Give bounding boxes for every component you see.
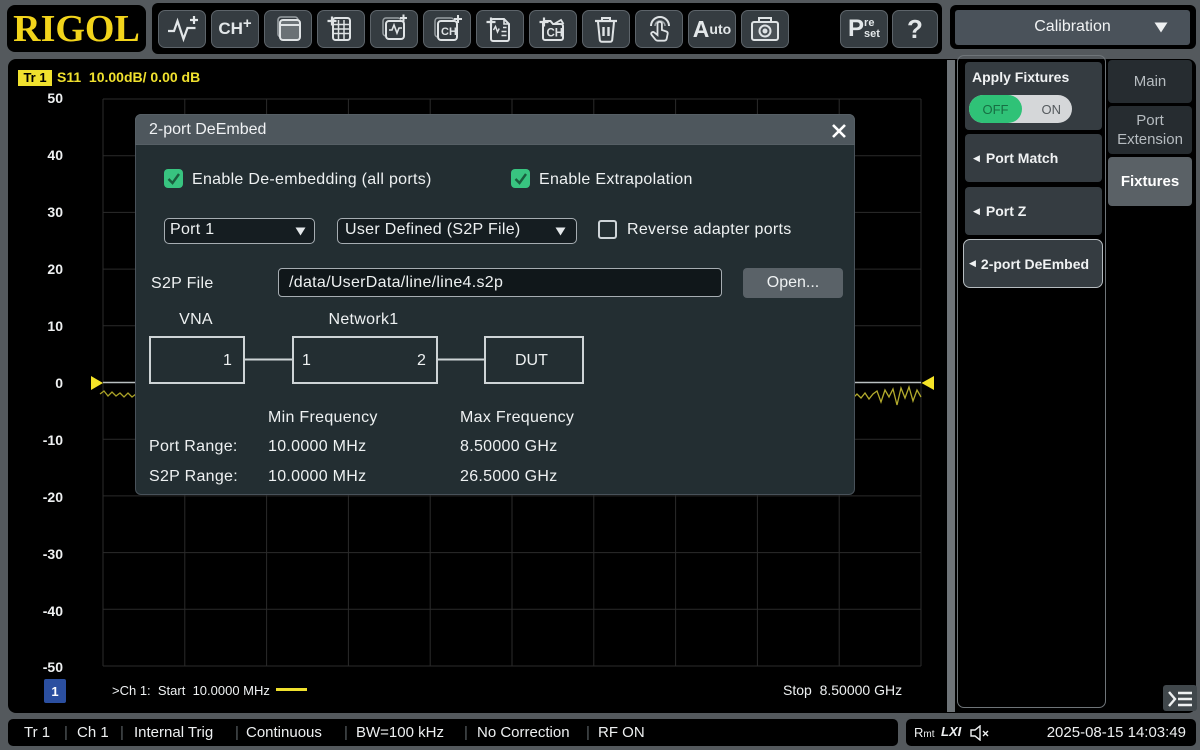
svg-text:1: 1	[302, 352, 311, 369]
svg-text:2: 2	[417, 352, 426, 369]
svg-text:DUT: DUT	[515, 352, 548, 369]
svg-text:1: 1	[223, 352, 232, 369]
